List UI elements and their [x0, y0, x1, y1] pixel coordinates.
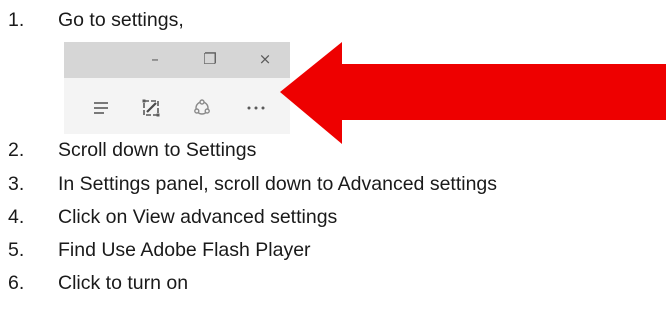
window-title-bar: – ❐ ×: [64, 42, 290, 78]
step-number: 1.: [8, 9, 25, 31]
step-number: 3.: [8, 173, 25, 195]
step-text: Go to settings,: [58, 9, 184, 31]
browser-toolbar: [64, 78, 290, 134]
step-text: Find Use Adobe Flash Player: [58, 239, 311, 261]
step-number: 5.: [8, 239, 25, 261]
hub-icon[interactable]: [89, 96, 113, 120]
more-actions-icon[interactable]: [244, 96, 268, 120]
step-text: Click to turn on: [58, 272, 189, 294]
browser-toolbar-screenshot: – ❐ ×: [64, 42, 290, 134]
step-text: Scroll down to Settings: [58, 139, 257, 161]
restore-button[interactable]: ❐: [199, 48, 221, 70]
step-number: 4.: [8, 206, 25, 228]
step-text: In Settings panel, scroll down to Advanc…: [58, 173, 498, 195]
share-icon[interactable]: [190, 96, 214, 120]
close-button[interactable]: ×: [254, 48, 276, 70]
minimize-button[interactable]: –: [144, 48, 166, 70]
step-number: 6.: [8, 272, 25, 294]
red-arrow-icon: [280, 42, 666, 144]
step-text: Click on View advanced settings: [58, 206, 338, 228]
step-number: 2.: [8, 139, 25, 161]
web-note-icon[interactable]: [139, 96, 163, 120]
